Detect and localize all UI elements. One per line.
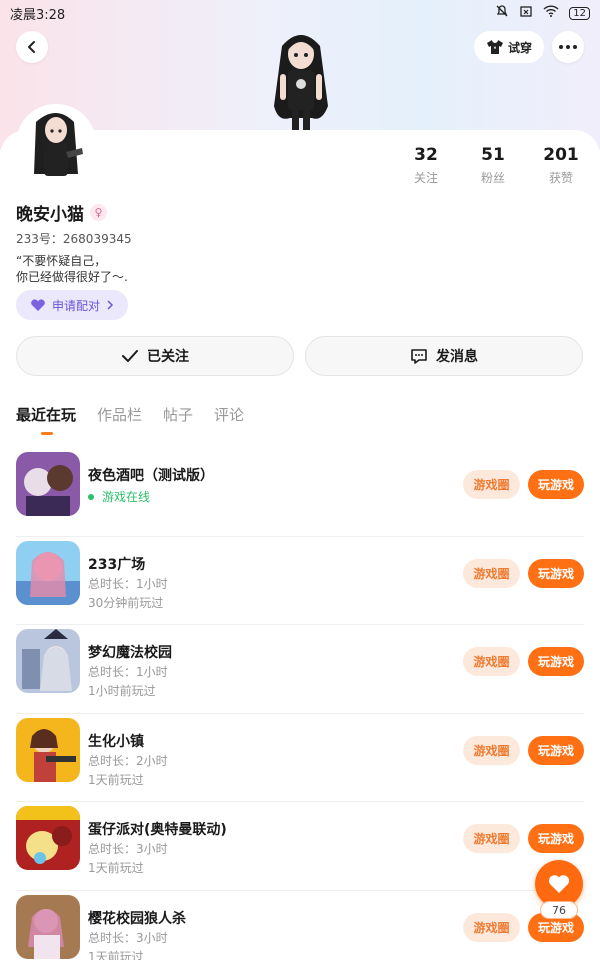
game-circle-button[interactable]: 游戏圈 [463, 824, 520, 853]
try-on-label: 试穿 [507, 40, 532, 55]
game-last-played: 1天前玩过 [88, 861, 144, 875]
game-total-time: 总时长：3小时 [88, 930, 168, 945]
try-on-button[interactable]: 试穿 [474, 31, 544, 63]
status-bar: 凌晨3:28 12 [0, 0, 600, 26]
game-online-status: 游戏在线 [88, 488, 150, 505]
game-list: 夜色酒吧（测试版） 游戏在线 游戏圈 玩游戏 233广场 总时长：1小时 30分… [0, 448, 600, 960]
stat-likes-label: 获赞 [548, 171, 573, 185]
game-icon [16, 629, 80, 693]
followed-label: 已关注 [147, 349, 189, 365]
game-total-time: 总时长：1小时 [88, 576, 168, 591]
game-circle-button[interactable]: 游戏圈 [463, 558, 520, 588]
profile-avatar[interactable] [16, 104, 96, 184]
status-time: 凌晨3:28 [10, 7, 66, 23]
game-row[interactable]: 蛋仔派对(奥特曼联动) 总时长：3小时 1天前玩过 游戏圈 玩游戏 [16, 802, 584, 891]
tab-recent-played[interactable]: 最近在玩 [16, 404, 76, 435]
play-game-button[interactable]: 玩游戏 [528, 735, 584, 765]
tab-works[interactable]: 作品栏 [97, 404, 142, 425]
game-row[interactable]: 233广场 总时长：1小时 30分钟前玩过 游戏圈 玩游戏 [16, 537, 584, 625]
game-last-played: 1天前玩过 [88, 949, 144, 960]
game-row[interactable]: 生化小镇 总时长：2小时 1天前玩过 游戏圈 玩游戏 [16, 714, 584, 802]
game-circle-button[interactable]: 游戏圈 [463, 647, 520, 676]
more-icon [559, 45, 577, 49]
game-icon [16, 717, 80, 782]
game-last-played: 1小时前玩过 [88, 684, 156, 698]
game-icon [16, 806, 80, 870]
heart-pair-icon [31, 298, 45, 311]
game-name: 生化小镇 [88, 733, 144, 750]
back-button[interactable] [16, 31, 48, 63]
profile-bio: “不要怀疑自己， 你已经做得很好了～. [16, 254, 128, 284]
game-total-time: 总时长：2小时 [88, 753, 168, 768]
game-icon [16, 452, 80, 516]
game-circle-button[interactable]: 游戏圈 [463, 912, 520, 942]
game-last-played: 30分钟前玩过 [88, 595, 164, 610]
game-last-played: 1天前玩过 [88, 772, 144, 787]
game-icon [16, 540, 80, 605]
sim-off-icon [519, 4, 533, 22]
battery-icon: 12 [569, 6, 590, 20]
profile-name-row: 晚安小猫 ♀ [16, 200, 107, 225]
check-icon [122, 350, 138, 362]
game-name: 梦幻魔法校园 [88, 645, 172, 661]
profile-uid[interactable]: 233号：268039345 [16, 230, 132, 247]
stat-followers-label: 粉丝 [480, 171, 505, 185]
game-circle-button[interactable]: 游戏圈 [463, 470, 520, 499]
tshirt-icon [486, 40, 503, 54]
game-icon [16, 894, 80, 959]
followed-button[interactable]: 已关注 [16, 336, 294, 376]
game-total-time: 总时长：1小时 [88, 665, 168, 679]
stat-following[interactable]: 32 关注 [396, 145, 456, 186]
chevron-left-icon [28, 41, 35, 53]
mute-icon [495, 4, 509, 22]
chevron-right-icon [107, 300, 114, 310]
game-name: 樱花校园狼人杀 [88, 910, 186, 927]
play-game-button[interactable]: 玩游戏 [528, 824, 584, 853]
game-row[interactable]: 夜色酒吧（测试版） 游戏在线 游戏圈 玩游戏 [16, 448, 584, 537]
wifi-icon [543, 4, 559, 22]
like-count: 76 [540, 901, 578, 919]
heart-icon [548, 875, 570, 893]
more-button[interactable] [552, 31, 584, 63]
stat-following-count: 32 [414, 145, 438, 165]
game-total-time: 总时长：3小时 [88, 842, 168, 856]
request-pair-button[interactable]: 申请配对 [16, 290, 128, 320]
game-circle-button[interactable]: 游戏圈 [463, 735, 520, 765]
send-message-button[interactable]: 发消息 [305, 336, 583, 376]
profile-name: 晚安小猫 [16, 205, 84, 225]
play-game-button[interactable]: 玩游戏 [528, 647, 584, 676]
play-game-button[interactable]: 玩游戏 [528, 558, 584, 588]
tab-posts[interactable]: 帖子 [163, 404, 193, 425]
chat-icon [411, 349, 427, 364]
game-row[interactable]: 樱花校园狼人杀 总时长：3小时 1天前玩过 游戏圈 玩游戏 [16, 891, 584, 960]
stat-followers[interactable]: 51 粉丝 [463, 145, 523, 186]
stat-likes[interactable]: 201 获赞 [531, 145, 591, 186]
tab-comments[interactable]: 评论 [214, 404, 244, 425]
play-game-button[interactable]: 玩游戏 [528, 470, 584, 499]
female-icon: ♀ [90, 204, 107, 221]
game-name: 233广场 [88, 556, 146, 573]
stat-likes-count: 201 [543, 145, 579, 165]
game-row[interactable]: 梦幻魔法校园 总时长：1小时 1小时前玩过 游戏圈 玩游戏 [16, 625, 584, 714]
request-pair-label: 申请配对 [51, 298, 100, 313]
avatar-figure[interactable] [262, 26, 340, 132]
game-name: 蛋仔派对(奥特曼联动) [88, 822, 227, 838]
game-name: 夜色酒吧（测试版） [88, 468, 214, 484]
send-message-label: 发消息 [436, 349, 478, 365]
stat-following-label: 关注 [413, 171, 438, 185]
profile-tabs: 最近在玩 作品栏 帖子 评论 [16, 404, 244, 435]
stat-followers-count: 51 [481, 145, 505, 165]
